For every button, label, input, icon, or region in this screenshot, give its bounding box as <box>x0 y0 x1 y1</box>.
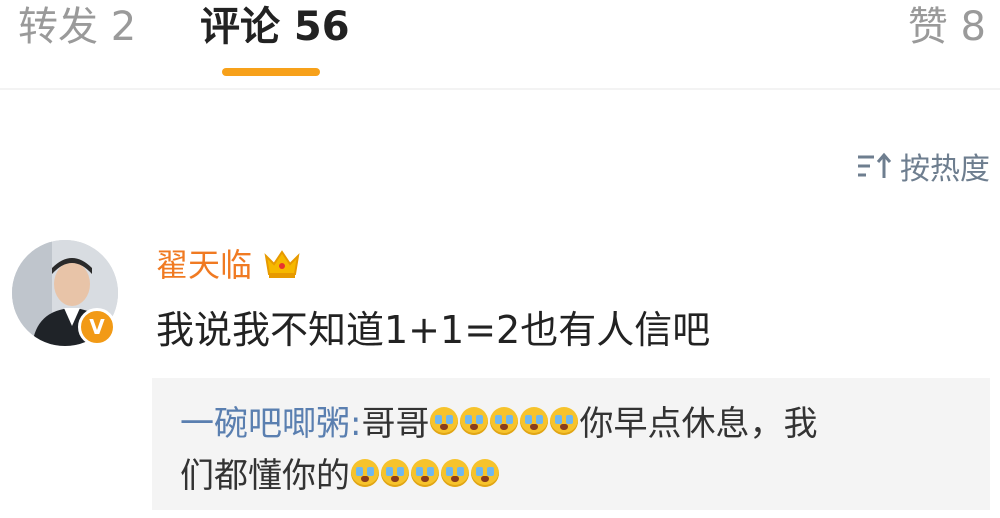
crown-icon <box>264 250 300 278</box>
comment-tabs: 转发 2 评论 56 赞 8 <box>0 0 1000 90</box>
reply-line-2: 们都懂你的 <box>180 452 500 500</box>
crying-emoji-icon <box>430 407 459 435</box>
comment-header: 翟天临 <box>156 240 302 286</box>
crying-emoji-icon <box>520 407 549 435</box>
sort-button[interactable]: 按热度 <box>856 146 990 187</box>
crying-emoji-icon <box>381 459 409 487</box>
crying-emoji-icon <box>471 459 499 487</box>
reply-separator: : <box>350 404 362 444</box>
emoji-group-1 <box>429 400 579 448</box>
reply-author[interactable]: 一碗吧唧粥 <box>180 400 350 448</box>
reply-text-3: 们都懂你的 <box>180 456 350 496</box>
crying-emoji-icon <box>351 459 379 487</box>
crying-emoji-icon <box>460 407 489 435</box>
tab-comments[interactable]: 评论 56 <box>200 2 350 52</box>
comment-text: 我说我不知道1+1=2也有人信吧 <box>156 308 711 352</box>
crying-emoji-icon <box>411 459 439 487</box>
crying-emoji-icon <box>550 407 579 435</box>
reply-text-1: 哥哥 <box>361 404 430 444</box>
reply-line-1: 一碗吧唧粥 : 哥哥 你早点休息，我 <box>180 400 817 448</box>
active-tab-indicator <box>222 68 320 76</box>
sort-label: 按热度 <box>900 152 990 187</box>
reply-text-2: 你早点休息，我 <box>579 404 818 444</box>
emoji-group-2 <box>350 452 500 500</box>
reply-box[interactable]: 一碗吧唧粥 : 哥哥 你早点休息，我 们都懂你的 <box>152 378 990 510</box>
tab-repost[interactable]: 转发 2 <box>18 2 136 52</box>
tab-likes[interactable]: 赞 8 <box>908 2 986 52</box>
crying-emoji-icon <box>441 459 469 487</box>
crying-emoji-icon <box>490 407 519 435</box>
username[interactable]: 翟天临 <box>156 240 252 286</box>
sort-icon <box>858 152 892 178</box>
verified-badge: V <box>78 308 116 346</box>
